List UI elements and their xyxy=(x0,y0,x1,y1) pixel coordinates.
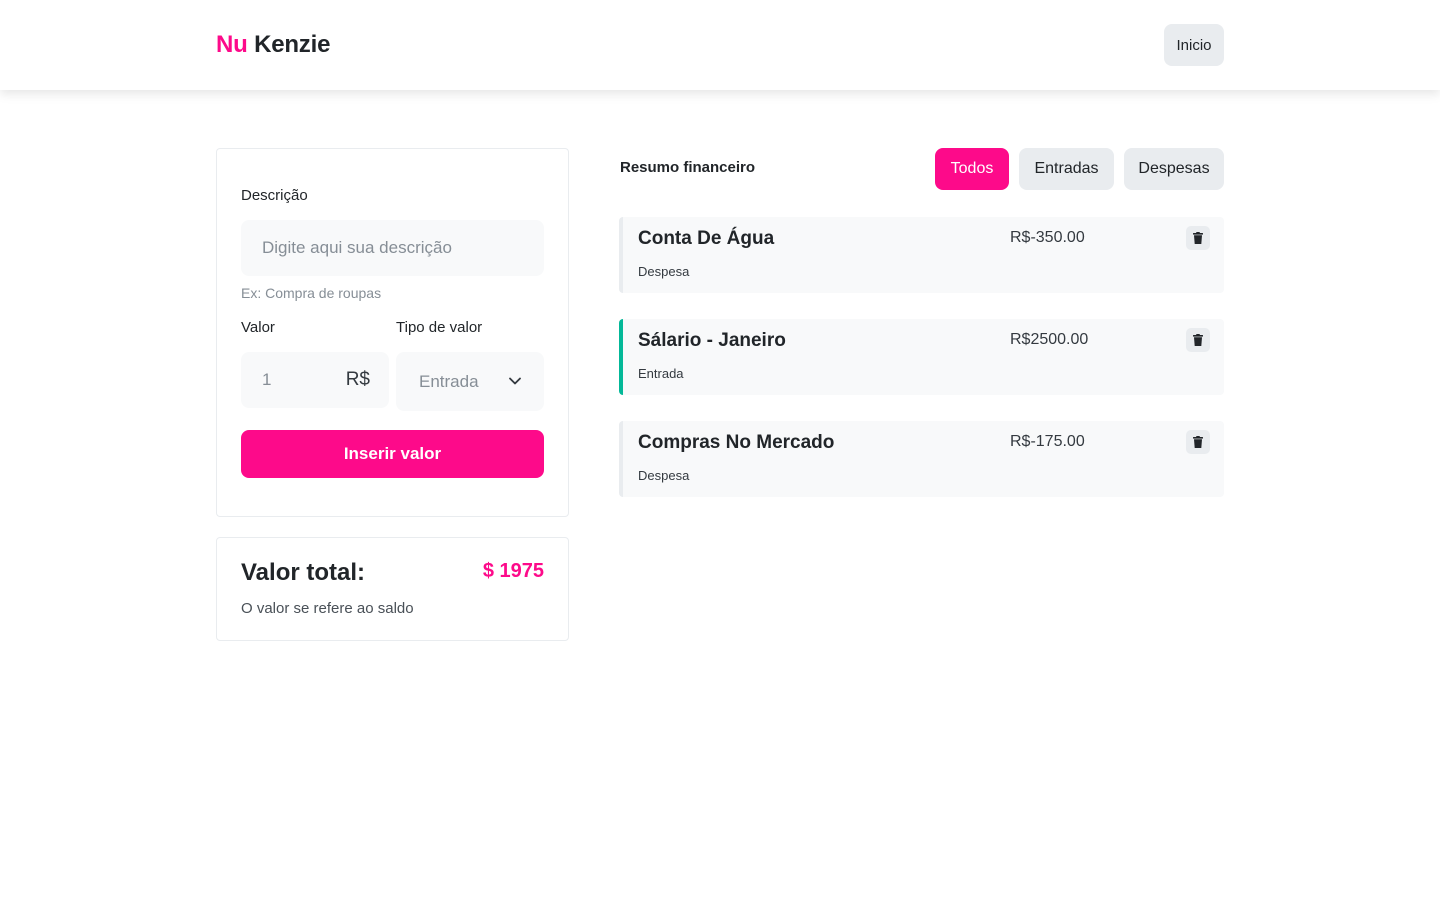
chevron-down-icon xyxy=(509,377,521,385)
logo-nu: Nu xyxy=(216,31,248,58)
home-button[interactable]: Inicio xyxy=(1164,24,1224,66)
delete-transaction-button[interactable] xyxy=(1186,226,1210,250)
transaction-type: Despesa xyxy=(638,468,690,483)
type-select[interactable]: Entrada xyxy=(396,352,544,411)
value-input[interactable] xyxy=(241,352,341,408)
filter-todos-button[interactable]: Todos xyxy=(935,148,1009,190)
logo-kenzie: Kenzie xyxy=(254,31,331,58)
transaction-type: Despesa xyxy=(638,264,690,279)
total-value: $ 1975 xyxy=(482,560,544,582)
total-title: Valor total: xyxy=(241,559,366,586)
transaction-card: Sálario - Janeiro Entrada R$2500.00 xyxy=(619,319,1224,395)
type-selected-value: Entrada xyxy=(419,372,479,391)
filter-despesas-button[interactable]: Despesas xyxy=(1124,148,1224,190)
value-label: Valor xyxy=(241,319,275,336)
type-label: Tipo de valor xyxy=(396,319,483,336)
currency-symbol: R$ xyxy=(345,369,370,390)
description-label: Descrição xyxy=(241,187,308,204)
delete-transaction-button[interactable] xyxy=(1186,328,1210,352)
trash-icon xyxy=(1193,334,1203,346)
total-card: Valor total: $ 1975 O valor se refere ao… xyxy=(216,537,569,641)
app-logo: Nu Kenzie xyxy=(216,31,330,59)
top-header: Nu Kenzie Inicio xyxy=(0,0,1440,90)
transaction-title: Sálario - Janeiro xyxy=(638,330,786,351)
delete-transaction-button[interactable] xyxy=(1186,430,1210,454)
filter-entradas-button[interactable]: Entradas xyxy=(1019,148,1114,190)
insert-value-button[interactable]: Inserir valor xyxy=(241,430,544,478)
transaction-value: R$2500.00 xyxy=(1010,331,1089,348)
transaction-type: Entrada xyxy=(638,366,684,381)
transaction-title: Compras No Mercado xyxy=(638,432,835,453)
transaction-title: Conta De Água xyxy=(638,228,775,249)
description-hint: Ex: Compra de roupas xyxy=(241,285,382,301)
summary-title: Resumo financeiro xyxy=(620,159,756,176)
trash-icon xyxy=(1193,232,1203,244)
transaction-value: R$-350.00 xyxy=(1010,229,1085,246)
transaction-card: Conta De Água Despesa R$-350.00 xyxy=(619,217,1224,293)
value-field: R$ xyxy=(241,352,389,408)
description-input[interactable] xyxy=(241,220,544,276)
trash-icon xyxy=(1193,436,1203,448)
transaction-value: R$-175.00 xyxy=(1010,433,1085,450)
total-note: O valor se refere ao saldo xyxy=(241,600,414,617)
transaction-card: Compras No Mercado Despesa R$-175.00 xyxy=(619,421,1224,497)
transaction-form: Descrição Ex: Compra de roupas Valor Tip… xyxy=(216,148,569,517)
